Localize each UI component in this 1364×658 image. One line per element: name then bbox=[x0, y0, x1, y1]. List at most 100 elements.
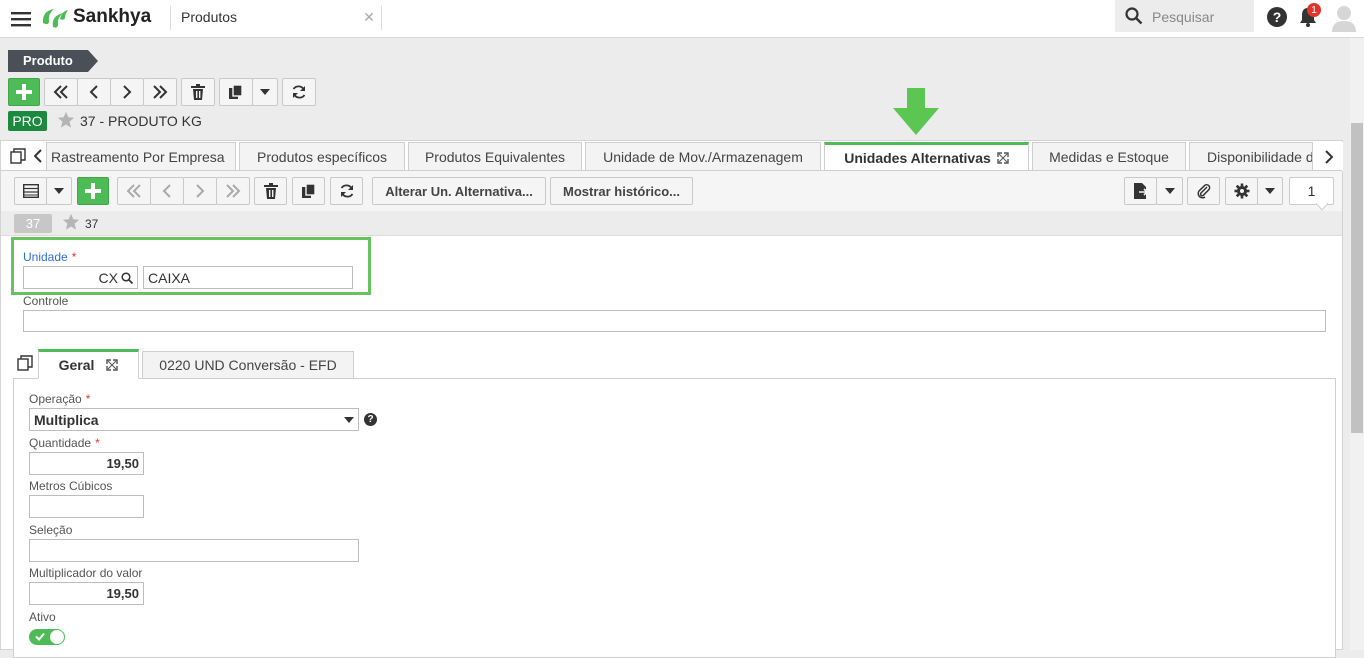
add-alt-unit-button[interactable] bbox=[77, 177, 109, 205]
tab-medidas-estoque[interactable]: Medidas e Estoque bbox=[1032, 142, 1186, 171]
subrecord-title: 37 bbox=[85, 217, 99, 231]
page-number-pointer bbox=[1316, 203, 1328, 211]
export-file-icon bbox=[1133, 183, 1148, 199]
attach-button[interactable] bbox=[1187, 177, 1220, 205]
app-tab-label[interactable]: Produtos bbox=[181, 9, 237, 25]
tab-unidade-mov[interactable]: Unidade de Mov./Armazenagem bbox=[585, 142, 821, 171]
operacao-label: Operação * bbox=[29, 392, 91, 406]
refresh-icon bbox=[339, 183, 355, 199]
settings-dropdown-button[interactable] bbox=[1257, 177, 1283, 205]
breadcrumb-label: Produto bbox=[23, 53, 73, 68]
next-record-button[interactable] bbox=[110, 78, 144, 106]
multiplicador-input[interactable]: 19,50 bbox=[29, 582, 144, 605]
page-scrollbar[interactable] bbox=[1350, 38, 1364, 650]
last-alt-button[interactable] bbox=[216, 177, 250, 205]
page-number-box[interactable]: 1 bbox=[1289, 177, 1334, 205]
ativo-toggle[interactable] bbox=[29, 629, 65, 645]
tabs-scroll-left-icon[interactable] bbox=[31, 147, 45, 165]
unidade-label: Unidade * bbox=[23, 250, 77, 264]
help-icon[interactable]: ? bbox=[364, 413, 377, 426]
copy-icon bbox=[228, 84, 244, 100]
first-alt-button[interactable] bbox=[117, 177, 151, 205]
favorite-star-icon[interactable] bbox=[57, 111, 75, 129]
trash-icon bbox=[191, 84, 205, 100]
gear-icon bbox=[1234, 183, 1250, 199]
close-tab-icon[interactable]: ✕ bbox=[362, 9, 376, 25]
selecao-label: Seleção bbox=[29, 523, 73, 537]
refresh-alt-button[interactable] bbox=[330, 177, 363, 205]
delete-button[interactable] bbox=[181, 78, 215, 106]
expand-icon[interactable] bbox=[997, 152, 1009, 164]
copy-button[interactable] bbox=[219, 78, 253, 106]
first-record-button[interactable] bbox=[44, 78, 78, 106]
subtab-0220-und-conversao[interactable]: 0220 UND Conversão - EFD bbox=[142, 351, 354, 378]
notification-badge: 1 bbox=[1307, 3, 1321, 17]
required-marker: * bbox=[71, 250, 77, 264]
down-arrow-indicator bbox=[893, 88, 939, 136]
windows-icon[interactable] bbox=[16, 354, 34, 372]
check-icon bbox=[35, 632, 45, 641]
paperclip-icon bbox=[1196, 183, 1212, 199]
favorite-star-icon[interactable] bbox=[62, 213, 80, 231]
settings-button[interactable] bbox=[1225, 177, 1258, 205]
divider bbox=[170, 6, 171, 30]
controle-input[interactable] bbox=[23, 310, 1326, 332]
trash-icon bbox=[263, 183, 278, 199]
divider bbox=[381, 6, 382, 30]
windows-icon[interactable] bbox=[9, 147, 27, 165]
delete-alt-button[interactable] bbox=[254, 177, 287, 205]
tab-produtos-equivalentes[interactable]: Produtos Equivalentes bbox=[408, 142, 582, 171]
help-icon[interactable]: ? bbox=[1267, 7, 1287, 27]
required-marker: * bbox=[85, 392, 91, 406]
chevron-down-icon bbox=[344, 416, 354, 423]
controle-label: Controle bbox=[23, 294, 69, 308]
sankhya-logo-icon bbox=[40, 5, 70, 31]
record-badge: PRO bbox=[8, 111, 47, 131]
subtab-geral[interactable]: Geral bbox=[38, 349, 139, 379]
toggle-knob bbox=[50, 630, 64, 644]
alterar-un-alternativa-button[interactable]: Alterar Un. Alternativa... bbox=[372, 177, 546, 205]
required-marker: * bbox=[95, 436, 100, 450]
metros-cubicos-label: Metros Cúbicos bbox=[29, 479, 113, 493]
quantidade-input[interactable]: 19,50 bbox=[29, 452, 144, 475]
copy-dropdown-button[interactable] bbox=[252, 78, 278, 106]
metros-cubicos-input[interactable] bbox=[29, 495, 144, 518]
tab-produtos-especificos[interactable]: Produtos específicos bbox=[239, 142, 405, 171]
subrecord-strip bbox=[1, 211, 1342, 236]
grid-icon bbox=[22, 184, 39, 198]
grid-view-button[interactable] bbox=[14, 177, 47, 205]
search-box[interactable]: Pesquisar bbox=[1115, 0, 1254, 32]
expand-icon[interactable] bbox=[106, 359, 119, 371]
last-record-button[interactable] bbox=[143, 78, 177, 106]
unidade-description-input[interactable]: CAIXA bbox=[143, 266, 353, 289]
tab-rastreamento[interactable]: Rastreamento Por Empresa bbox=[46, 142, 236, 171]
search-placeholder: Pesquisar bbox=[1152, 9, 1215, 25]
search-icon[interactable] bbox=[121, 271, 133, 284]
prev-record-button[interactable] bbox=[77, 78, 111, 106]
tabs-scroll-right-icon[interactable] bbox=[1315, 142, 1343, 171]
next-alt-button[interactable] bbox=[183, 177, 217, 205]
prev-alt-button[interactable] bbox=[150, 177, 184, 205]
avatar[interactable] bbox=[1330, 4, 1358, 32]
tab-unidades-alternativas[interactable]: Unidades Alternativas bbox=[824, 142, 1029, 171]
grid-view-dropdown-button[interactable] bbox=[46, 177, 72, 205]
copy-icon bbox=[301, 183, 317, 199]
operacao-select[interactable]: Multiplica bbox=[29, 408, 359, 431]
menu-icon[interactable] bbox=[10, 8, 32, 30]
export-button[interactable] bbox=[1124, 177, 1157, 205]
ativo-label: Ativo bbox=[29, 610, 56, 624]
unidade-code-input[interactable]: CX bbox=[23, 266, 138, 289]
copy-alt-button[interactable] bbox=[292, 177, 325, 205]
add-button[interactable] bbox=[8, 78, 40, 106]
scrollbar-thumb[interactable] bbox=[1351, 123, 1363, 433]
export-dropdown-button[interactable] bbox=[1156, 177, 1183, 205]
breadcrumb[interactable]: Produto bbox=[8, 50, 98, 72]
record-title: 37 - PRODUTO KG bbox=[80, 113, 202, 129]
selecao-input[interactable] bbox=[29, 539, 359, 562]
mostrar-historico-button[interactable]: Mostrar histórico... bbox=[550, 177, 693, 205]
top-bar: Sankhya Produtos ✕ Pesquisar ? 1 bbox=[0, 0, 1364, 38]
subrecord-badge: 37 bbox=[14, 214, 52, 233]
refresh-button[interactable] bbox=[282, 78, 316, 106]
refresh-icon bbox=[291, 84, 307, 100]
tab-disponibilidade[interactable]: Disponibilidade de bbox=[1189, 142, 1313, 171]
